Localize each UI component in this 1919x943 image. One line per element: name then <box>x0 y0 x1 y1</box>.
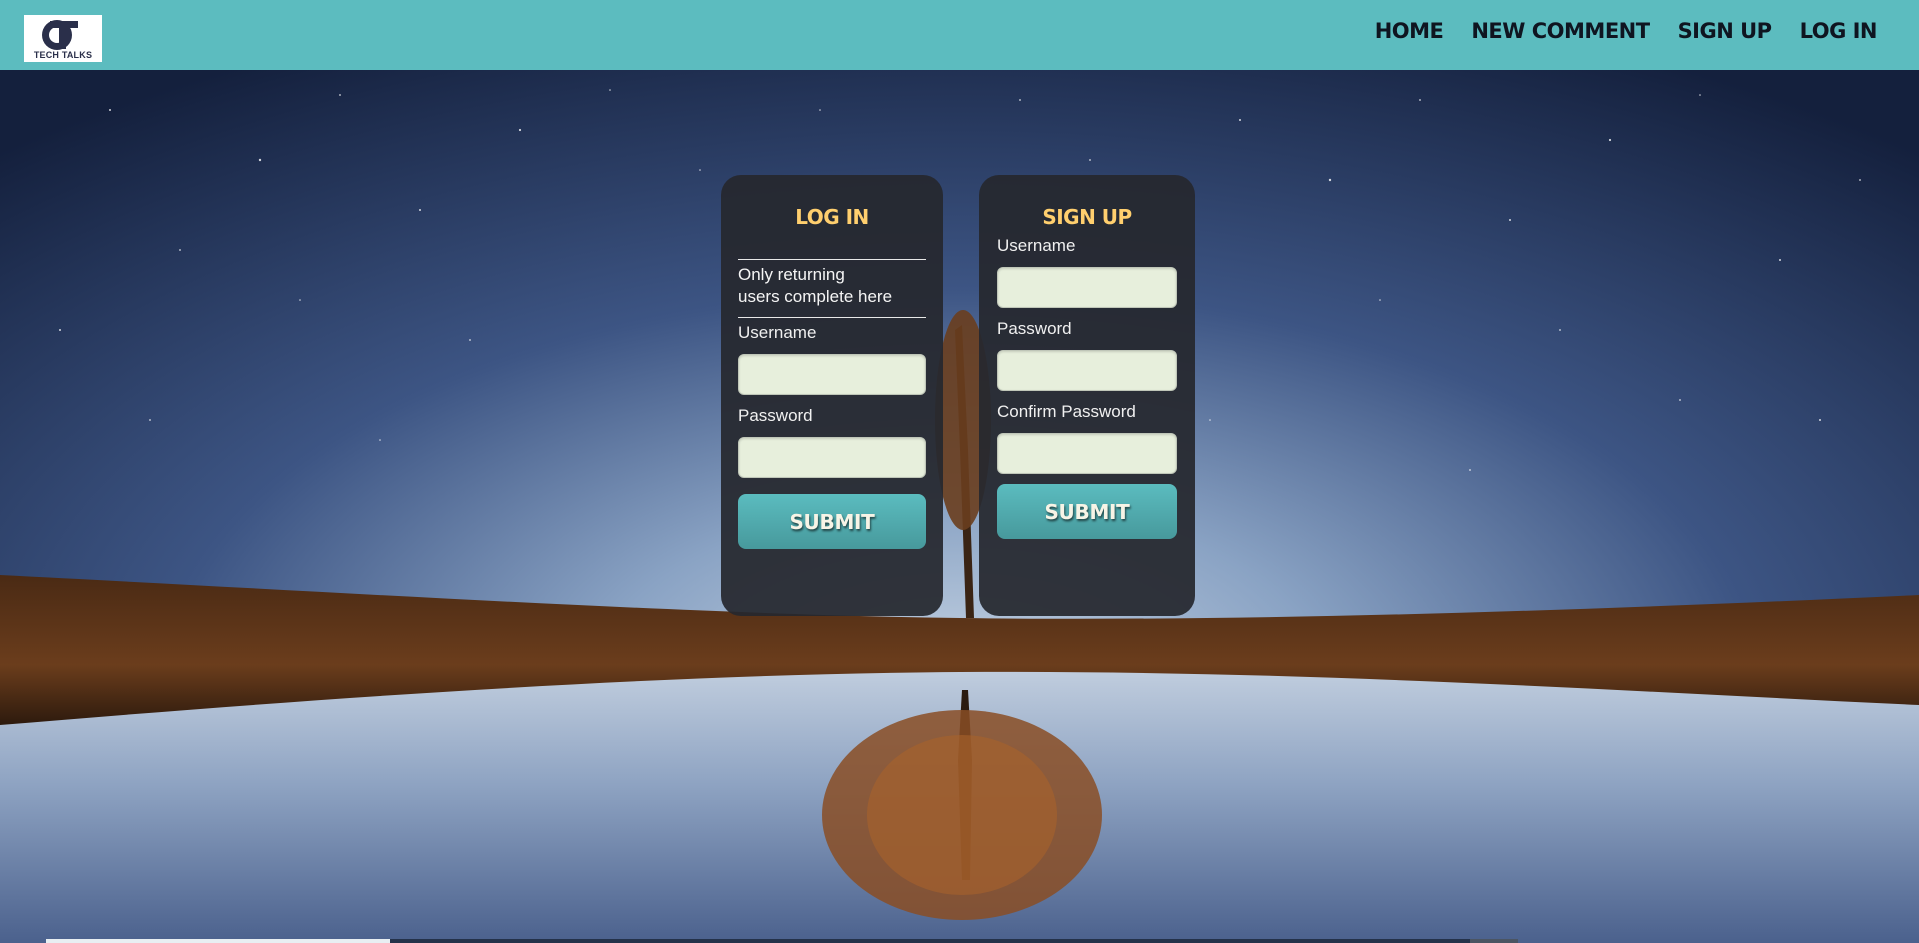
nav-sign-up-link[interactable]: SIGN UP <box>1678 19 1773 43</box>
top-navbar: TECH TALKS HOME NEW COMMENT SIGN UP LOG … <box>0 0 1919 70</box>
signup-title: SIGN UP <box>1042 205 1132 229</box>
background-image <box>0 0 1919 943</box>
logo-text: TECH TALKS <box>33 50 93 60</box>
login-username-input[interactable] <box>738 354 926 395</box>
login-password-label: Password <box>738 406 813 425</box>
scrollbar-marker <box>1470 939 1518 943</box>
login-divider-bottom <box>738 317 926 318</box>
signup-username-label: Username <box>997 236 1076 255</box>
login-note-line-1: Only returning <box>738 265 845 284</box>
login-title: LOG IN <box>795 205 869 229</box>
nav-log-in-link[interactable]: LOG IN <box>1800 19 1878 43</box>
login-submit-button[interactable]: SUBMIT <box>738 494 926 549</box>
tech-talks-logo[interactable]: TECH TALKS <box>24 15 102 62</box>
signup-confirm-password-input[interactable] <box>997 433 1177 474</box>
login-divider-top <box>738 259 926 260</box>
nav-home-link[interactable]: HOME <box>1375 19 1444 43</box>
signup-submit-button[interactable]: SUBMIT <box>997 484 1177 539</box>
main-nav: HOME NEW COMMENT SIGN UP LOG IN <box>1375 19 1878 43</box>
page: TECH TALKS HOME NEW COMMENT SIGN UP LOG … <box>0 0 1919 943</box>
signup-confirm-password-label: Confirm Password <box>997 402 1136 421</box>
signup-card: SIGN UP Username Password Confirm Passwo… <box>979 175 1195 616</box>
signup-username-input[interactable] <box>997 267 1177 308</box>
login-username-label: Username <box>738 323 817 342</box>
login-note: Only returning users complete here <box>738 264 926 308</box>
signup-password-input[interactable] <box>997 350 1177 391</box>
nav-new-comment-link[interactable]: NEW COMMENT <box>1471 19 1650 43</box>
horizontal-scrollbar-thumb[interactable] <box>46 939 390 943</box>
login-note-line-2: users complete here <box>738 287 893 306</box>
login-password-input[interactable] <box>738 437 926 478</box>
login-card: LOG IN Only returning users complete her… <box>721 175 943 616</box>
signup-password-label: Password <box>997 319 1072 338</box>
